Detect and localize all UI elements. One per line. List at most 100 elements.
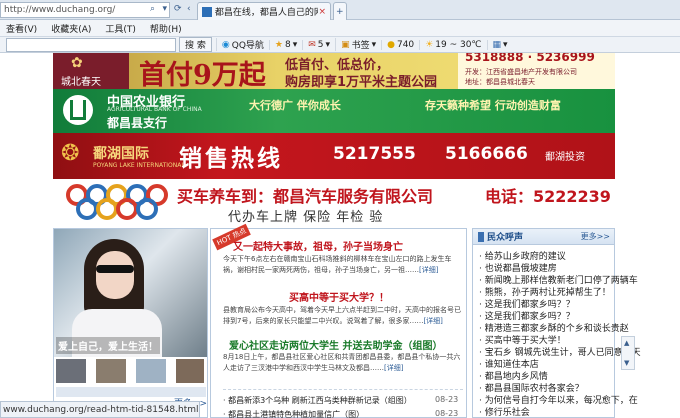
banner1-brand: 城北春天 xyxy=(61,77,101,88)
menu-favorites[interactable]: 收藏夹(A) xyxy=(51,22,91,35)
coin-button[interactable]: ● 740 xyxy=(381,39,419,50)
add-icon: + xyxy=(336,6,344,17)
mail-button[interactable]: ✉ 5 ▾ xyxy=(302,39,335,50)
banner4-headline: 买车养车到：都昌汽车服务有限公司 xyxy=(177,187,434,206)
photo-panel: 爱上自己，爱上生活！ 更多>> xyxy=(53,228,208,418)
toolbar: 搜 索 ◉ QQ导航 ★ 8 ▾ ✉ 5 ▾ ▣ 书签 ▾ ● 740 ☀ 19 ~ 30℃ ▦ ▾ xyxy=(0,37,680,53)
audi-rings-icon xyxy=(66,184,168,220)
qq-nav-button[interactable]: ◉ QQ导航 xyxy=(215,38,269,51)
bookmark-label: 书签 xyxy=(351,41,370,51)
banner3-phone1: 5217555 xyxy=(333,144,416,164)
side-widget[interactable]: ▲ ▼ xyxy=(621,336,635,370)
menu-view[interactable]: 查看(V) xyxy=(6,22,37,35)
tab-title: 都昌在线，都昌人自己的网… xyxy=(214,8,319,18)
news-body-3: 8月18日上午，都昌县社区爱心社区和共青团都昌县委，都昌县个私协一共六人走访了三… xyxy=(223,352,463,374)
bank-slogan2: 存天籁种希望 行动创造财富 xyxy=(425,99,561,112)
thumbnail-3[interactable] xyxy=(136,359,166,383)
address-url: http://www.duchang.org/ xyxy=(4,5,116,15)
news-body-1: 今天下午6点左右在赣南宝山石科场推斜的柳林车在宝山左口的路上发生车祸，谢相村民一… xyxy=(223,254,463,276)
tab-bar: http://www.duchang.org/ ⌕ ▾ ⟳ ‹ 都昌在线，都昌人… xyxy=(0,0,680,20)
voice-item[interactable]: · 修行乐社会 xyxy=(479,405,530,418)
refresh-icon[interactable]: ⟳ xyxy=(174,4,182,14)
chevron-down-icon: ▾ xyxy=(371,39,377,50)
news-more-1[interactable]: [详细] xyxy=(419,266,438,274)
sun-icon: ☀ xyxy=(425,39,434,50)
chevron-down-icon: ▾ xyxy=(292,39,298,50)
weather-label: 19 ~ 30℃ xyxy=(435,39,482,50)
news-list-text-1: 都昌新添3个乌种 刷新江西乌类种群新记录（组图） xyxy=(228,396,412,405)
menu-tools[interactable]: 工具(T) xyxy=(105,22,136,35)
search-button-label: 搜 索 xyxy=(185,41,206,51)
banner-car-service[interactable]: 买车养车到：都昌汽车服务有限公司 电话：5222239 代办车上牌 保险 年检 … xyxy=(53,179,615,225)
news-list-date-2: 08-23 xyxy=(435,409,459,418)
news-headline-1[interactable]: 又一起特大事故，祖母，孙子当场身亡 xyxy=(233,238,403,253)
banner4-services: 代办车上牌 保险 年检 验 xyxy=(228,210,384,225)
menu-help[interactable]: 帮助(H) xyxy=(150,22,182,35)
banner1-headline: 首付9万起 xyxy=(139,60,266,89)
voice-item-text: 修行乐社会 xyxy=(484,408,530,418)
banner-poyang[interactable]: ❂ 鄱湖国际 POYANG LAKE INTERNATIONAL 销售热线 52… xyxy=(53,133,615,179)
photo-caption: 爱上自己，爱上生活！ xyxy=(56,337,160,354)
star-count: 8 xyxy=(284,39,291,50)
star-button[interactable]: ★ 8 ▾ xyxy=(268,39,302,50)
screen-button[interactable]: ▦ ▾ xyxy=(486,39,513,50)
news-panel: HOT 热点 又一起特大事故，祖母，孙子当场身亡 今天下午6点左右在赣南宝山石科… xyxy=(210,223,467,418)
coin-icon: ● xyxy=(387,39,395,50)
banner3-headline: 销售热线 xyxy=(179,146,283,172)
voice-more-link[interactable]: 更多>> xyxy=(581,231,610,242)
bank-slogan1: 大行德广 伴你成长 xyxy=(249,99,341,112)
news-body-3-text: 8月18日上午，都昌县社区爱心社区和共青团都昌县委，都昌县个私协一共六人走访了三… xyxy=(223,353,461,372)
search-icon[interactable]: ⌕ xyxy=(150,4,155,14)
mail-icon: ✉ xyxy=(308,39,316,50)
voice-panel-header: 民众呼声 更多>> xyxy=(473,229,614,245)
chevron-down-icon: ▾ xyxy=(325,39,331,50)
weather-button[interactable]: ☀ 19 ~ 30℃ xyxy=(419,39,486,50)
page-content: ✿ 城北春天 首付9万起 低首付、低总价， 购房即享1万平米主题公园 53188… xyxy=(0,53,680,418)
news-body-2: 县教育局公布今天高中，驾着今天早上六点半赶到二中时，天高中的报名号已排到7号，后… xyxy=(223,305,463,327)
bank-name-en: AGRICULTURAL BANK OF CHINA xyxy=(107,106,202,113)
banner3-brand-en: POYANG LAKE INTERNATIONAL xyxy=(93,162,185,169)
banner-real-estate[interactable]: ✿ 城北春天 首付9万起 低首付、低总价， 购房即享1万平米主题公园 53188… xyxy=(53,53,615,89)
sunglasses-shape xyxy=(96,265,134,273)
toolbar-search-input[interactable] xyxy=(6,37,176,52)
news-more-3[interactable]: [详细] xyxy=(384,364,403,372)
news-more-2[interactable]: [详细] xyxy=(423,317,442,325)
news-body-1-text: 今天下午6点左右在赣南宝山石科场推斜的柳林车在宝山左口的路上发生车祸，谢相村民一… xyxy=(223,255,452,274)
shell-logo-icon: ❂ xyxy=(61,141,80,166)
banner-bank[interactable]: 中国农业银行 AGRICULTURAL BANK OF CHINA 都昌县支行 … xyxy=(53,89,615,133)
new-tab-button[interactable]: + xyxy=(333,2,347,20)
star-icon: ★ xyxy=(274,39,283,50)
thumbnail-2[interactable] xyxy=(96,359,126,383)
banner1-phone: 5318888 · 5236999 xyxy=(465,53,595,64)
news-list-item-2[interactable]: · 都昌县土港镇特色种植加量信广（图） xyxy=(223,409,364,418)
news-list-item-1[interactable]: · 都昌新添3个乌种 刷新江西乌类种群新记录（组图） xyxy=(223,395,412,406)
search-button[interactable]: 搜 索 xyxy=(179,37,212,52)
status-bar: www.duchang.org/read-htm-tid-81548.html xyxy=(0,401,200,418)
banner4-phone: 电话：5222239 xyxy=(485,187,611,206)
status-text: www.duchang.org/read-htm-tid-81548.html xyxy=(3,404,199,415)
back-icon[interactable]: ‹ xyxy=(187,4,191,14)
address-bar[interactable]: http://www.duchang.org/ ⌕ ▾ xyxy=(0,2,170,18)
tab-active[interactable]: 都昌在线，都昌人自己的网… × xyxy=(197,2,331,20)
thumbnail-1[interactable] xyxy=(56,359,86,383)
voice-panel: 民众呼声 更多>> · 给苏山乡政府的建议 · 也说都昌俄坡建房 · 新闻晚上那… xyxy=(472,228,641,418)
header-marker-icon xyxy=(478,231,484,242)
banner1-note2: 地址：都昌县城北春天 xyxy=(465,78,535,86)
arrow-up-icon: ▲ xyxy=(624,339,630,347)
qq-icon: ◉ xyxy=(221,39,230,50)
banner1-sub2: 购房即享1万平米主题公园 xyxy=(285,75,438,89)
news-headline-2[interactable]: 买高中等于买大学？！ xyxy=(289,289,389,304)
banner3-phone2: 5166666 xyxy=(445,144,528,164)
bookmark-button[interactable]: ▣ 书签 ▾ xyxy=(335,38,381,51)
face-shape xyxy=(96,251,134,299)
chevron-down-icon[interactable]: ▾ xyxy=(162,4,167,14)
news-divider xyxy=(223,389,463,390)
close-icon[interactable]: × xyxy=(318,7,326,17)
flower-icon: ✿ xyxy=(71,55,83,71)
bookmark-icon: ▣ xyxy=(341,39,350,50)
thumbnail-4[interactable] xyxy=(176,359,204,383)
menu-bar: 查看(V) 收藏夹(A) 工具(T) 帮助(H) xyxy=(0,20,680,37)
news-headline-3[interactable]: 爱心社区走访两位大学生 并送去助学金（组图） xyxy=(229,337,442,352)
news-list-text-2: 都昌县土港镇特色种植加量信广（图） xyxy=(228,410,365,418)
banner3-brand: 鄱湖国际 xyxy=(93,146,149,162)
